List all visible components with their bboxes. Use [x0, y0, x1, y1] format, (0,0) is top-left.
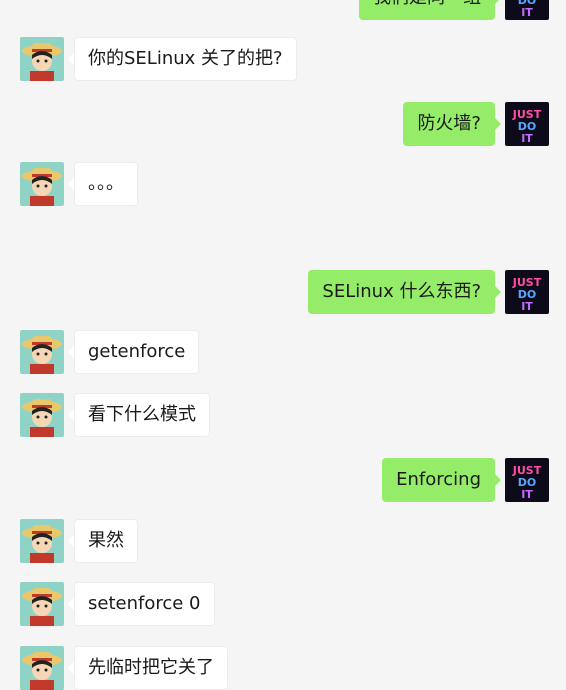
message-bubble-other[interactable]: 看下什么模式: [68, 393, 210, 437]
straw-hat-avatar-icon[interactable]: [20, 582, 64, 626]
straw-hat-avatar-icon[interactable]: [20, 519, 64, 563]
message-row-other: 果然: [20, 519, 420, 563]
message-bubble-other[interactable]: 你的SELinux 关了的把?: [68, 37, 297, 81]
message-row-self: 我们是同一组 JUST DO IT: [149, 0, 549, 20]
chat-message-list[interactable]: 我们是同一组 JUST DO IT 你的SELi: [0, 0, 566, 690]
message-row-self: SELinux 什么东西? JUST DO IT: [149, 270, 549, 314]
message-row-other: 你的SELinux 关了的把?: [20, 37, 420, 81]
avatar-text: IT: [521, 6, 533, 19]
message-bubble-other[interactable]: setenforce 0: [68, 582, 215, 626]
straw-hat-avatar-icon[interactable]: [20, 393, 64, 437]
avatar-text: IT: [521, 132, 533, 145]
avatar-text: IT: [521, 488, 533, 501]
message-bubble-other[interactable]: 先临时把它关了: [68, 646, 228, 690]
message-row-other: 看下什么模式: [20, 393, 420, 437]
message-row-self: Enforcing JUST DO IT: [149, 458, 549, 502]
message-bubble-self[interactable]: 防火墙?: [403, 102, 501, 146]
avatar-text: IT: [521, 300, 533, 313]
message-bubble-other[interactable]: 果然: [68, 519, 138, 563]
straw-hat-avatar-icon[interactable]: [20, 37, 64, 81]
straw-hat-avatar-icon[interactable]: [20, 162, 64, 206]
message-bubble-self[interactable]: Enforcing: [382, 458, 501, 502]
message-row-self: 防火墙? JUST DO IT: [149, 102, 549, 146]
just-do-it-avatar-icon[interactable]: JUST DO IT: [505, 0, 549, 20]
message-row-other: 。。。: [20, 162, 420, 206]
straw-hat-avatar-icon[interactable]: [20, 330, 64, 374]
message-bubble-other[interactable]: 。。。: [68, 162, 138, 206]
straw-hat-avatar-icon[interactable]: [20, 646, 64, 690]
message-bubble-self[interactable]: 我们是同一组: [359, 0, 501, 20]
message-bubble-self[interactable]: SELinux 什么东西?: [308, 270, 501, 314]
message-row-other: 先临时把它关了: [20, 646, 420, 690]
just-do-it-avatar-icon[interactable]: JUST DO IT: [505, 270, 549, 314]
just-do-it-avatar-icon[interactable]: JUST DO IT: [505, 102, 549, 146]
message-row-other: getenforce: [20, 330, 420, 374]
message-row-other: setenforce 0: [20, 582, 420, 626]
just-do-it-avatar-icon[interactable]: JUST DO IT: [505, 458, 549, 502]
message-bubble-other[interactable]: getenforce: [67, 330, 200, 374]
